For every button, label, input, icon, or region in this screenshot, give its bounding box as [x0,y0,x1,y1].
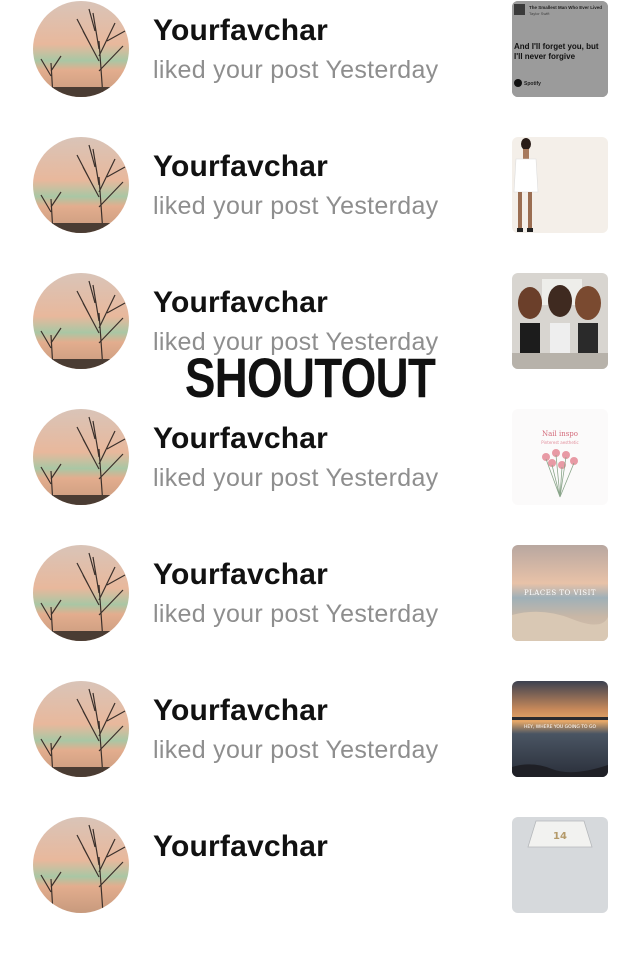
activity-text: liked your post Yesterday [153,56,439,84]
avatar[interactable] [33,545,129,641]
notification-row[interactable]: Yourfavchar liked your post Yesterday HE… [0,681,640,817]
post-thumbnail[interactable] [512,137,608,233]
username[interactable]: Yourfavchar [153,830,328,864]
username[interactable]: Yourfavchar [153,150,328,184]
avatar[interactable] [33,817,129,913]
notification-row[interactable]: Yourfavchar liked your post Yesterday PL… [0,545,640,681]
artist-name: Taylor Swift [529,11,550,16]
lyric-line: I'll never forgive [514,52,576,61]
notification-row[interactable]: Yourfavchar liked your post Yesterday [0,137,640,273]
post-thumbnail[interactable]: PLACES TO VISIT [512,545,608,641]
avatar[interactable] [33,681,129,777]
shoutout-overlay-text: SHOUTOUT [184,346,436,409]
jersey-number: 14 [553,831,567,842]
spotify-label: Spotify [524,81,541,87]
nail-title: Nail inspo [542,430,578,438]
username[interactable]: Yourfavchar [153,694,328,728]
activity-text: liked your post Yesterday [153,600,439,628]
username[interactable]: Yourfavchar [153,14,328,48]
notification-list: Yourfavchar liked your post Yesterday Th… [0,0,640,913]
post-thumbnail[interactable]: HEY, WHERE YOU GOING TO GO [512,681,608,777]
song-title: The Smallest Man Who Ever Lived [529,5,602,10]
username[interactable]: Yourfavchar [153,558,328,592]
post-thumbnail[interactable]: The Smallest Man Who Ever Lived Taylor S… [512,1,608,97]
username[interactable]: Yourfavchar [153,286,328,320]
activity-text: liked your post Yesterday [153,464,439,492]
activity-text: liked your post Yesterday [153,736,439,764]
notification-row[interactable]: Yourfavchar liked your post Yesterday Th… [0,1,640,137]
sunset-caption: HEY, WHERE YOU GOING TO GO [524,724,597,730]
avatar[interactable] [33,409,129,505]
notification-row[interactable]: Yourfavchar liked your post Yesterday Na… [0,409,640,545]
avatar[interactable] [33,1,129,97]
avatar[interactable] [33,137,129,233]
beach-caption: PLACES TO VISIT [524,589,596,597]
activity-text: liked your post Yesterday [153,192,439,220]
lyric-line: And I'll forget you, but [514,42,599,51]
nail-subtitle: Pinterest aesthetic [541,440,578,445]
username[interactable]: Yourfavchar [153,422,328,456]
notification-row[interactable]: Yourfavchar 14 [0,817,640,953]
post-thumbnail[interactable]: 14 [512,817,608,913]
post-thumbnail[interactable]: Nail inspo Pinterest aesthetic [512,409,608,505]
